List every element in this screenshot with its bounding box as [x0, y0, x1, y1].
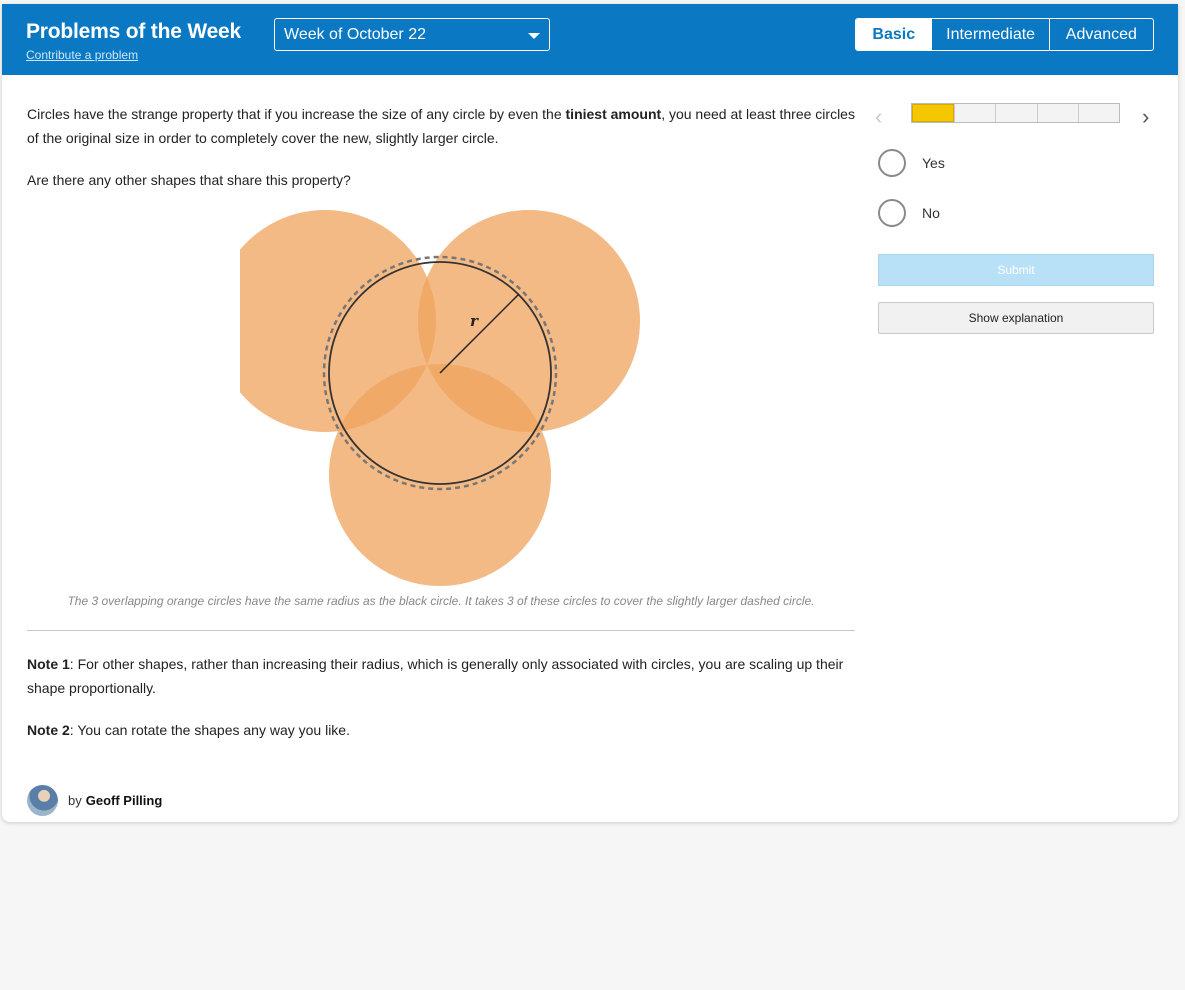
author-credit: by Geoff Pilling: [27, 784, 162, 816]
tab-intermediate[interactable]: Intermediate: [931, 19, 1048, 50]
submit-button[interactable]: Submit: [878, 254, 1154, 286]
note-2: Note 2: You can rotate the shapes any wa…: [27, 718, 855, 742]
note-2-label: Note 2: [27, 722, 70, 738]
author-by: by: [68, 792, 82, 808]
problem-text: Circles have the strange property that i…: [27, 102, 855, 192]
option-no[interactable]: No: [878, 199, 940, 227]
progress-segment: [954, 104, 996, 122]
problem-text-part: Circles have the strange property that i…: [27, 106, 566, 122]
progress-segment: [912, 104, 955, 122]
divider: [27, 630, 855, 631]
week-select-value: Week of October 22: [284, 26, 426, 43]
option-yes[interactable]: Yes: [878, 149, 945, 177]
radius-label: r: [470, 312, 479, 330]
figure-caption: The 3 overlapping orange circles have th…: [67, 594, 815, 608]
option-label: No: [922, 205, 940, 221]
tab-advanced[interactable]: Advanced: [1048, 19, 1153, 50]
progress-bar: [911, 103, 1120, 123]
show-explanation-button[interactable]: Show explanation: [878, 302, 1154, 334]
avatar[interactable]: [27, 784, 58, 816]
orange-circle: [329, 364, 551, 586]
radio-button[interactable]: [878, 199, 906, 227]
note-2-text: : You can rotate the shapes any way you …: [69, 722, 350, 738]
progress-segment: [1077, 104, 1120, 122]
chevron-down-icon: [528, 33, 540, 39]
chevron-right-icon[interactable]: ›: [1142, 104, 1149, 130]
author-name[interactable]: Geoff Pilling: [86, 793, 163, 808]
radio-button[interactable]: [878, 149, 906, 177]
problem-paragraph: Circles have the strange property that i…: [27, 102, 855, 150]
progress-segment: [1036, 104, 1078, 122]
contribute-link[interactable]: Contribute a problem: [26, 48, 138, 62]
header-bar: Problems of the Week Contribute a proble…: [2, 4, 1178, 75]
problem-emphasis: tiniest amount: [565, 106, 662, 122]
problem-card: Problems of the Week Contribute a proble…: [2, 4, 1178, 822]
circles-figure: r: [240, 210, 640, 586]
tab-basic[interactable]: Basic: [856, 19, 932, 50]
progress-segment: [995, 104, 1037, 122]
option-label: Yes: [922, 155, 945, 171]
note-1: Note 1: For other shapes, rather than in…: [27, 652, 855, 700]
page-title: Problems of the Week: [26, 20, 242, 43]
note-1-label: Note 1: [27, 656, 70, 672]
chevron-left-icon[interactable]: ‹: [875, 104, 882, 130]
problem-question: Are there any other shapes that share th…: [27, 172, 351, 188]
week-select[interactable]: Week of October 22: [274, 18, 550, 51]
level-tabs: Basic Intermediate Advanced: [855, 18, 1154, 51]
note-1-text: : For other shapes, rather than increasi…: [27, 656, 844, 696]
